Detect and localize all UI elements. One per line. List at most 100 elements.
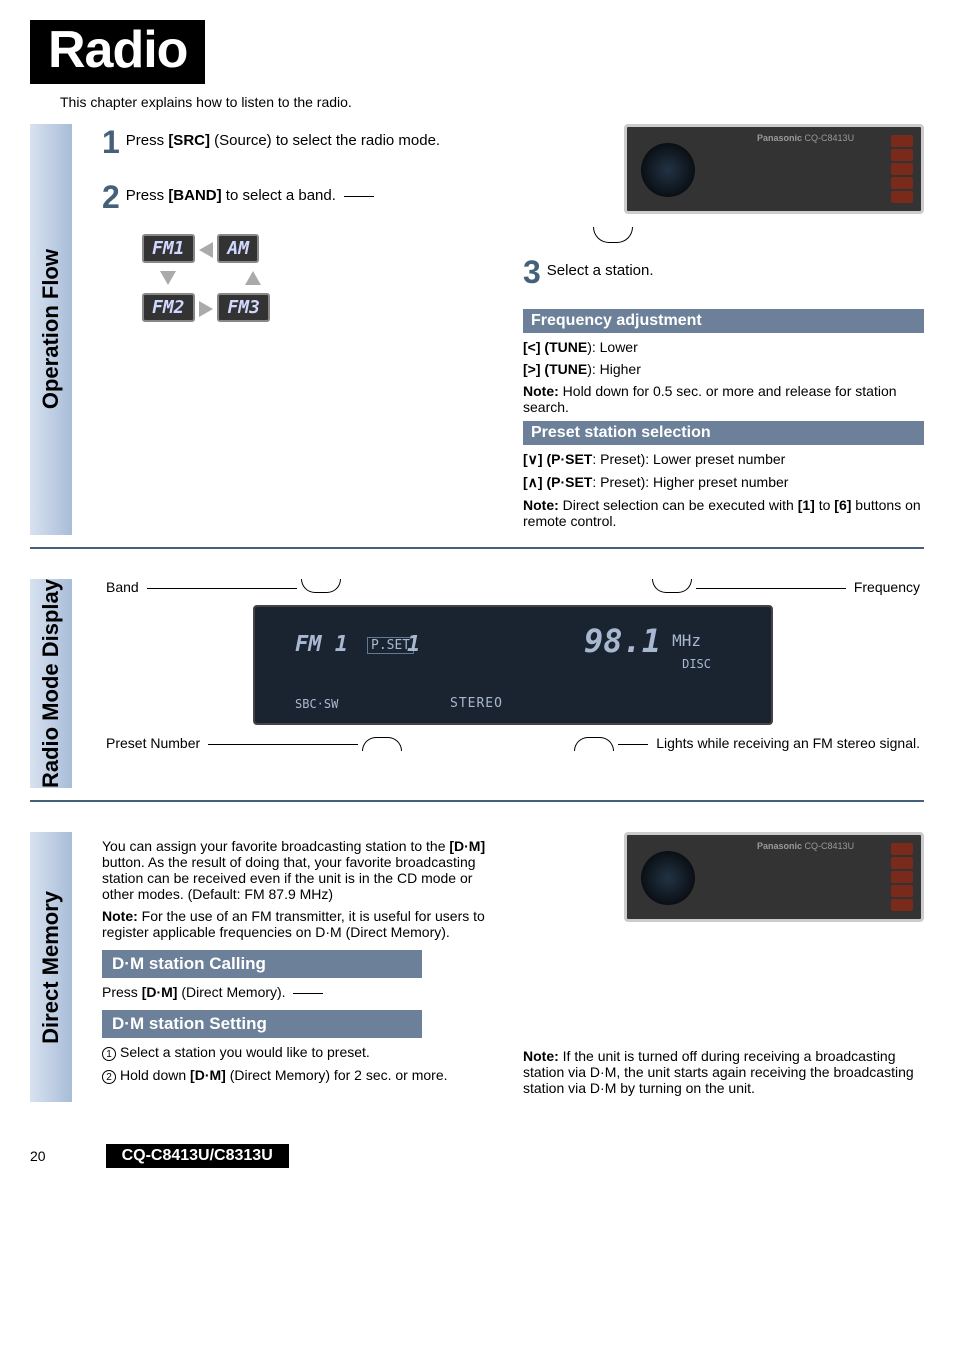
lcd-sbc: SBC·SW <box>295 697 338 711</box>
arrow-down-icon <box>160 271 176 285</box>
lcd-unit: MHz <box>672 631 701 650</box>
side-label-text: Operation Flow <box>38 249 64 409</box>
device-brand-text: Panasonic CQ-C8413U <box>757 841 854 851</box>
t: P·SET <box>551 474 592 490</box>
t: [D·M] <box>449 838 485 854</box>
t: [>] ( <box>523 361 549 377</box>
t: [BAND] <box>168 187 221 204</box>
label-preset-number: Preset Number <box>106 735 200 751</box>
circled-2-icon: 2 <box>102 1070 116 1084</box>
band-chip-fm2: FM2 <box>142 293 195 322</box>
dm-setting-step1: 1 Select a station you would like to pres… <box>102 1044 503 1061</box>
step-number-2: 2 <box>102 179 120 216</box>
lcd-frequency: 98.1 <box>584 622 661 660</box>
step-3: 3 Select a station. <box>523 254 924 291</box>
section-operation-flow: Operation Flow 1 Press [SRC] (Source) to… <box>30 124 924 549</box>
freq-note: Note: Hold down for 0.5 sec. or more and… <box>523 383 924 415</box>
t: P·SET <box>551 451 592 467</box>
step-1-text: Press [SRC] (Source) to select the radio… <box>126 124 440 149</box>
intro-text: This chapter explains how to listen to t… <box>60 94 924 110</box>
t: to <box>815 497 834 513</box>
lcd-preset-number: 1 <box>407 632 420 657</box>
device-illustration-dm: Panasonic CQ-C8413U <box>624 832 924 922</box>
t: to select a band. <box>222 187 336 204</box>
step-1: 1 Press [SRC] (Source) to select the rad… <box>102 124 503 161</box>
freq-higher: [>] (TUNE): Higher <box>523 361 924 377</box>
lcd-disc: DISC <box>682 657 711 671</box>
t: Hold down for 0.5 sec. or more and relea… <box>523 383 897 415</box>
dm-para: You can assign your favorite broadcastin… <box>102 838 503 902</box>
t: Press <box>126 132 169 149</box>
side-label-operation-flow: Operation Flow <box>30 124 72 535</box>
preset-select-header: Preset station selection <box>523 421 924 445</box>
band-chip-fm3: FM3 <box>217 293 270 322</box>
section-direct-memory: Direct Memory You can assign your favori… <box>30 832 924 1114</box>
section-radio-mode-display: Radio Mode Display Band Frequency FM 1 P… <box>30 579 924 802</box>
t: Press <box>126 187 169 204</box>
freq-adjust-header: Frequency adjustment <box>523 309 924 333</box>
model-badge: CQ-C8413U/C8313U <box>106 1144 289 1168</box>
t: button. As the result of doing that, you… <box>102 854 476 902</box>
t: : Preset): Higher preset number <box>592 474 788 490</box>
dm-para-note: Note: For the use of an FM transmitter, … <box>102 908 503 940</box>
page-number: 20 <box>30 1148 46 1164</box>
page-footer: 20 CQ-C8413U/C8313U <box>30 1144 924 1168</box>
arrow-right-icon <box>199 301 213 317</box>
t: TUNE <box>549 339 587 355</box>
t: [∧] ( <box>523 474 551 490</box>
step-2: 2 Press [BAND] to select a band. <box>102 179 503 216</box>
t: CQ-C8413U <box>805 841 855 851</box>
dm-calling-header: D·M station Calling <box>102 950 422 978</box>
band-diagram: FM1 AM FM2 FM3 <box>142 234 503 322</box>
t: CQ-C8413U <box>805 133 855 143</box>
preset-higher: [∧] (P·SET: Preset): Higher preset numbe… <box>523 474 924 491</box>
t: [D·M] <box>142 984 178 1000</box>
t: ): Lower <box>587 339 638 355</box>
t: (Source) to select the radio mode. <box>210 132 440 149</box>
t: Note: <box>523 383 559 399</box>
step-number-3: 3 <box>523 254 541 291</box>
page-title: Radio <box>30 20 205 84</box>
label-stereo: Lights while receiving an FM stereo sign… <box>656 735 920 751</box>
lcd-band: FM 1 <box>295 632 348 657</box>
label-band: Band <box>106 579 139 595</box>
side-label-text: Radio Mode Display <box>38 579 64 788</box>
t: Note: <box>102 908 138 924</box>
lcd-stereo: STEREO <box>450 696 503 711</box>
device-brand-text: Panasonic CQ-C8413U <box>757 133 854 143</box>
t: (Direct Memory) for 2 sec. or more. <box>226 1067 448 1083</box>
t: (Direct Memory). <box>177 984 285 1000</box>
device-illustration: Panasonic CQ-C8413U <box>624 124 924 214</box>
lcd-display: FM 1 P.SET 1 98.1 MHz DISC STEREO SBC·SW <box>253 605 773 725</box>
t: Select a station you would like to prese… <box>120 1044 370 1060</box>
dm-setting-step2: 2 Hold down [D·M] (Direct Memory) for 2 s… <box>102 1067 503 1084</box>
arrow-up-icon <box>245 271 261 285</box>
t: For the use of an FM transmitter, it is … <box>102 908 485 940</box>
step-3-text: Select a station. <box>547 254 654 279</box>
circled-1-icon: 1 <box>102 1047 116 1061</box>
side-label-radio-mode-display: Radio Mode Display <box>30 579 72 788</box>
t: TUNE <box>549 361 587 377</box>
preset-lower: [∨] (P·SET: Preset): Lower preset number <box>523 451 924 468</box>
t: Press <box>102 984 142 1000</box>
step-2-text: Press [BAND] to select a band. <box>126 179 374 204</box>
t: : Preset): Lower preset number <box>592 451 785 467</box>
t: [∨] ( <box>523 451 551 467</box>
freq-lower: [<] (TUNE): Lower <box>523 339 924 355</box>
t: Note: <box>523 1048 559 1064</box>
t: Hold down <box>120 1067 190 1083</box>
callout-arc-icon <box>593 227 633 243</box>
band-chip-fm1: FM1 <box>142 234 195 263</box>
t: [D·M] <box>190 1067 226 1083</box>
preset-note: Note: Direct selection can be executed w… <box>523 497 924 529</box>
t: [SRC] <box>168 132 210 149</box>
step-number-1: 1 <box>102 124 120 161</box>
t: ): Higher <box>587 361 641 377</box>
side-label-text: Direct Memory <box>38 891 64 1044</box>
t: [6] <box>834 497 851 513</box>
t: If the unit is turned off during receivi… <box>523 1048 914 1096</box>
t: Direct selection can be executed with <box>559 497 798 513</box>
band-chip-am: AM <box>217 234 259 263</box>
label-frequency: Frequency <box>854 579 920 595</box>
t: [<] ( <box>523 339 549 355</box>
